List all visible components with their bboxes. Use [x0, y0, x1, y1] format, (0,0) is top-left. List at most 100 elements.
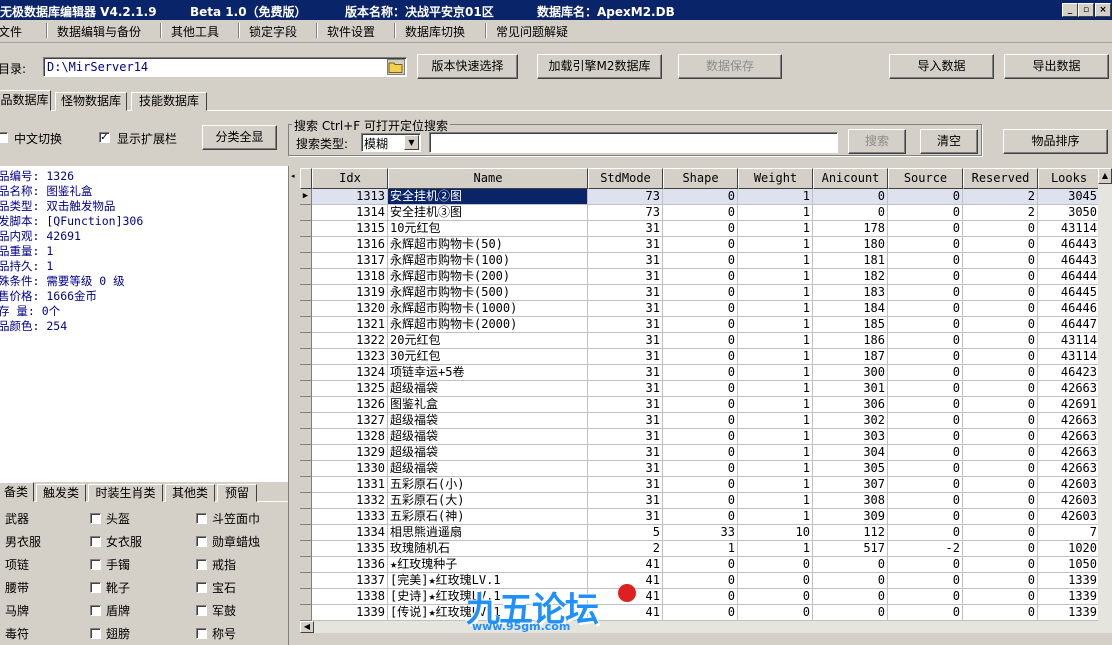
dropdown-arrow-icon[interactable]: ▼ — [404, 135, 419, 150]
table-row[interactable]: 1327 超级福袋 31 0 1 302 0 0 42663 — [300, 413, 1112, 429]
table-row[interactable]: 1320 永辉超市购物卡(1000) 31 0 1 184 0 0 46446 — [300, 301, 1112, 317]
close-icon[interactable]: × — [1095, 3, 1111, 17]
cell-anicount[interactable]: 186 — [813, 333, 888, 349]
cell-name[interactable]: 30元红包 — [388, 349, 588, 365]
cell-name[interactable]: 永辉超市购物卡(2000) — [388, 317, 588, 333]
item-sort-button[interactable]: 物品排序 — [1003, 129, 1108, 154]
cell-anicount[interactable]: 0 — [813, 573, 888, 589]
category-horse-tag-label[interactable]: 马牌 — [5, 602, 29, 619]
grid-horizontal-scrollbar[interactable]: ◀ — [300, 621, 1098, 633]
cell-name[interactable]: 五彩原石(神) — [388, 509, 588, 525]
menu-data-edit-backup[interactable]: 数据编辑与备份 — [57, 23, 141, 40]
cell-reserved[interactable]: 0 — [963, 397, 1038, 413]
cell-weight[interactable]: 1 — [738, 269, 813, 285]
cell-source[interactable]: 0 — [888, 285, 963, 301]
cell-stdmode[interactable]: 31 — [588, 445, 663, 461]
column-header-name[interactable]: Name — [388, 168, 588, 189]
cell-weight[interactable]: 0 — [738, 557, 813, 573]
cell-reserved[interactable]: 0 — [963, 445, 1038, 461]
cell-idx[interactable]: 1331 — [312, 477, 388, 493]
cell-source[interactable]: 0 — [888, 381, 963, 397]
cell-reserved[interactable]: 0 — [963, 557, 1038, 573]
cell-shape[interactable]: 0 — [663, 381, 738, 397]
clear-search-button[interactable]: 清空 — [920, 129, 978, 154]
cell-shape[interactable]: 0 — [663, 317, 738, 333]
cell-weight[interactable]: 0 — [738, 589, 813, 605]
menu-db-switch[interactable]: 数据库切换 — [405, 23, 465, 40]
cell-reserved[interactable]: 0 — [963, 301, 1038, 317]
cell-anicount[interactable]: 0 — [813, 205, 888, 221]
search-button[interactable]: 搜索 — [848, 129, 906, 154]
cell-looks[interactable]: 7 — [1038, 525, 1100, 541]
cell-shape[interactable]: 0 — [663, 413, 738, 429]
cell-weight[interactable]: 1 — [738, 429, 813, 445]
tab-equip-category[interactable]: 备类 — [0, 482, 34, 502]
table-row[interactable]: 1339 [传说]★红玫瑰LV.1 41 0 0 0 0 0 1339 — [300, 605, 1112, 621]
cell-reserved[interactable]: 0 — [963, 349, 1038, 365]
cell-weight[interactable]: 1 — [738, 221, 813, 237]
cell-shape[interactable]: 0 — [663, 221, 738, 237]
cell-idx[interactable]: 1317 — [312, 253, 388, 269]
cell-weight[interactable]: 1 — [738, 381, 813, 397]
cell-anicount[interactable]: 309 — [813, 509, 888, 525]
cell-anicount[interactable]: 178 — [813, 221, 888, 237]
cell-source[interactable]: 0 — [888, 253, 963, 269]
cell-weight[interactable]: 1 — [738, 461, 813, 477]
cell-anicount[interactable]: 307 — [813, 477, 888, 493]
cell-idx[interactable]: 1322 — [312, 333, 388, 349]
column-header-looks[interactable]: Looks — [1038, 168, 1100, 189]
cell-weight[interactable]: 1 — [738, 445, 813, 461]
cell-source[interactable]: 0 — [888, 221, 963, 237]
cell-reserved[interactable]: 0 — [963, 317, 1038, 333]
cell-looks[interactable]: 46446 — [1038, 301, 1100, 317]
cell-anicount[interactable]: 301 — [813, 381, 888, 397]
cell-name[interactable]: [史诗]★红玫瑰LV.1 — [388, 589, 588, 605]
cell-name[interactable]: 超级福袋 — [388, 445, 588, 461]
cell-idx[interactable]: 1324 — [312, 365, 388, 381]
cell-stdmode[interactable]: 31 — [588, 237, 663, 253]
cell-idx[interactable]: 1333 — [312, 509, 388, 525]
cell-anicount[interactable]: 304 — [813, 445, 888, 461]
cell-anicount[interactable]: 0 — [813, 605, 888, 621]
cell-weight[interactable]: 0 — [738, 573, 813, 589]
category-female-clothes-checkbox[interactable] — [90, 536, 101, 547]
cell-looks[interactable]: 3050 — [1038, 205, 1100, 221]
cell-anicount[interactable]: 185 — [813, 317, 888, 333]
cell-anicount[interactable]: 0 — [813, 557, 888, 573]
column-header-source[interactable]: Source — [888, 168, 963, 189]
cell-source[interactable]: 0 — [888, 589, 963, 605]
cell-reserved[interactable]: 0 — [963, 333, 1038, 349]
column-header-weight[interactable]: Weight — [738, 168, 813, 189]
cell-shape[interactable]: 0 — [663, 445, 738, 461]
cell-name[interactable]: 永辉超市购物卡(500) — [388, 285, 588, 301]
cell-idx[interactable]: 1316 — [312, 237, 388, 253]
cell-stdmode[interactable]: 31 — [588, 317, 663, 333]
export-data-button[interactable]: 导出数据 — [1004, 54, 1109, 79]
cell-weight[interactable]: 1 — [738, 493, 813, 509]
category-medal-candle-checkbox[interactable] — [196, 536, 207, 547]
cell-source[interactable]: 0 — [888, 413, 963, 429]
cell-looks[interactable]: 42663 — [1038, 413, 1100, 429]
cell-looks[interactable]: 46443 — [1038, 237, 1100, 253]
cell-stdmode[interactable]: 31 — [588, 413, 663, 429]
cell-name[interactable]: 超级福袋 — [388, 381, 588, 397]
cell-stdmode[interactable]: 2 — [588, 541, 663, 557]
search-input[interactable] — [429, 132, 838, 153]
cell-source[interactable]: 0 — [888, 397, 963, 413]
cell-weight[interactable]: 1 — [738, 365, 813, 381]
table-row[interactable]: ▶ 1313 安全挂机②图 73 0 1 0 0 2 3045 — [300, 189, 1112, 205]
cell-idx[interactable]: 1330 — [312, 461, 388, 477]
cell-shape[interactable]: 0 — [663, 605, 738, 621]
table-row[interactable]: 1337 [完美]★红玫瑰LV.1 41 0 0 0 0 0 1339 — [300, 573, 1112, 589]
cell-source[interactable]: -2 — [888, 541, 963, 557]
cell-looks[interactable]: 42663 — [1038, 429, 1100, 445]
table-row[interactable]: 1315 10元红包 31 0 1 178 0 0 43114 — [300, 221, 1112, 237]
cell-anicount[interactable]: 308 — [813, 493, 888, 509]
cell-reserved[interactable]: 0 — [963, 413, 1038, 429]
menu-lock-fields[interactable]: 锁定字段 — [249, 23, 297, 40]
column-header-idx[interactable]: Idx — [312, 168, 388, 189]
cell-source[interactable]: 0 — [888, 237, 963, 253]
cell-reserved[interactable]: 0 — [963, 237, 1038, 253]
category-helmet-checkbox[interactable] — [90, 513, 101, 524]
table-row[interactable]: 1338 [史诗]★红玫瑰LV.1 41 0 0 0 0 0 1339 — [300, 589, 1112, 605]
